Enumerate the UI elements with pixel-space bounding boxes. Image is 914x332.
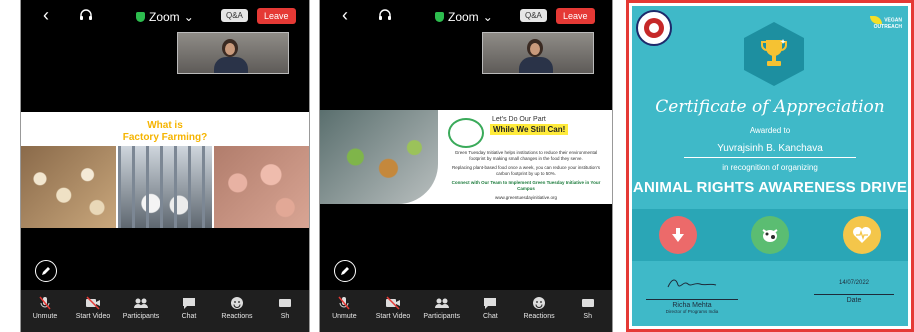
zoom-title[interactable]: Zoom ⌄ (435, 10, 493, 24)
cow-icon (751, 216, 789, 254)
signature-image (667, 279, 717, 288)
unmute-button[interactable]: Unmute (320, 290, 369, 332)
zoom-screen-middle: ‹ Zoom ⌄ Q&A Leave Let's Do Our Part Whi… (319, 0, 613, 332)
shared-slide: What is Factory Farming? (21, 112, 309, 228)
signatory-role: Director of Programs India (665, 309, 719, 314)
zoom-toolbar: Unmute Start Video Participants Chat Rea… (320, 290, 612, 332)
shield-icon (136, 12, 145, 22)
reactions-button[interactable]: Reactions (515, 290, 564, 332)
green-tuesday-logo (448, 118, 484, 148)
certificate-panel: VEGAN OUTREACH Certificate of Appreciati… (626, 0, 914, 332)
slide-images (21, 146, 309, 228)
chat-icon (183, 298, 195, 309)
smiley-icon (533, 297, 546, 309)
share-button[interactable]: Sh (261, 290, 309, 332)
headphones-icon[interactable] (378, 8, 392, 22)
trophy-icon (761, 39, 787, 66)
trophy-badge (744, 22, 804, 86)
start-video-button[interactable]: Start Video (69, 290, 117, 332)
headphones-icon[interactable] (79, 8, 93, 22)
zoom-screen-left: ‹ Zoom ⌄ Q&A Leave What is Factory Farmi… (20, 0, 310, 332)
participant-video-thumbnail[interactable] (177, 32, 289, 74)
certificate: VEGAN OUTREACH Certificate of Appreciati… (632, 6, 908, 326)
muted-mic-icon (338, 296, 350, 310)
participants-button[interactable]: Participants (417, 290, 466, 332)
heart-icon (843, 216, 881, 254)
zoom-title-label: Zoom (149, 10, 180, 24)
participants-icon (434, 298, 449, 308)
icon-band (632, 209, 908, 261)
annotate-pen-button[interactable] (334, 260, 356, 282)
awarded-to-label: Awarded to (749, 126, 791, 135)
university-seal-icon (636, 10, 672, 46)
recipient-name: Yuvrajsinh B. Kanchava (684, 143, 856, 158)
share-icon (581, 299, 594, 307)
share-button[interactable]: Sh (563, 290, 612, 332)
video-off-icon (86, 296, 100, 310)
participants-button[interactable]: Participants (117, 290, 165, 332)
cafeteria-food-image (320, 110, 438, 204)
animal-protection-icon (659, 216, 697, 254)
zoom-title-label: Zoom (448, 10, 479, 24)
back-arrow-icon[interactable]: ‹ (43, 6, 49, 24)
recognition-label: in recognition of organizing (722, 163, 818, 172)
zoom-title[interactable]: Zoom ⌄ (136, 10, 194, 24)
zoom-topbar: ‹ Zoom ⌄ Q&A Leave (21, 0, 309, 32)
chevron-down-icon: ⌄ (482, 10, 493, 24)
pencil-icon (341, 267, 349, 275)
zoom-topbar: ‹ Zoom ⌄ Q&A Leave (320, 0, 612, 32)
cow-farm-image (117, 146, 213, 228)
leaf-icon (870, 16, 883, 24)
muted-mic-icon (39, 296, 51, 310)
signature-block: Richa Mehta Director of Programs India (646, 276, 738, 314)
pig-farm-image (214, 146, 309, 228)
qa-button[interactable]: Q&A (520, 9, 547, 22)
slide-body: Green Tuesday Initiative helps instituti… (451, 150, 601, 200)
slide-title: What is Factory Farming? (122, 120, 208, 143)
annotate-pen-button[interactable] (35, 260, 57, 282)
slide-heading-highlight: While We Still Can! (490, 124, 569, 135)
start-video-button[interactable]: Start Video (369, 290, 418, 332)
smiley-icon (231, 297, 243, 309)
zoom-toolbar: Unmute Start Video Participants Chat Rea… (21, 290, 309, 332)
shared-slide: Let's Do Our Part While We Still Can! Gr… (320, 110, 612, 204)
chicken-farm-image (21, 146, 116, 228)
date-block: 14/07/2022 Date (814, 276, 894, 304)
certificate-title: Certificate of Appreciation (655, 97, 885, 117)
leave-button[interactable]: Leave (556, 8, 595, 24)
slide-heading-small: Let's Do Our Part (492, 116, 546, 123)
shield-icon (435, 12, 444, 22)
participant-video-thumbnail[interactable] (482, 32, 594, 74)
reactions-button[interactable]: Reactions (213, 290, 261, 332)
back-arrow-icon[interactable]: ‹ (342, 6, 348, 24)
event-name: ANIMAL RIGHTS AWARENESS DRIVE (632, 179, 908, 196)
signatory-name: Richa Mehta (672, 302, 712, 309)
video-off-icon (386, 296, 400, 310)
unmute-button[interactable]: Unmute (21, 290, 69, 332)
qa-button[interactable]: Q&A (221, 9, 248, 22)
pencil-icon (42, 267, 50, 275)
participants-icon (134, 298, 148, 308)
vegan-outreach-logo: VEGAN OUTREACH (870, 16, 902, 30)
date-label: Date (846, 297, 862, 304)
chat-icon (484, 298, 497, 309)
chat-button[interactable]: Chat (165, 290, 213, 332)
date-value: 14/07/2022 (838, 280, 870, 286)
share-icon (279, 299, 291, 307)
chat-button[interactable]: Chat (466, 290, 515, 332)
chevron-down-icon: ⌄ (183, 10, 194, 24)
leave-button[interactable]: Leave (257, 8, 296, 24)
